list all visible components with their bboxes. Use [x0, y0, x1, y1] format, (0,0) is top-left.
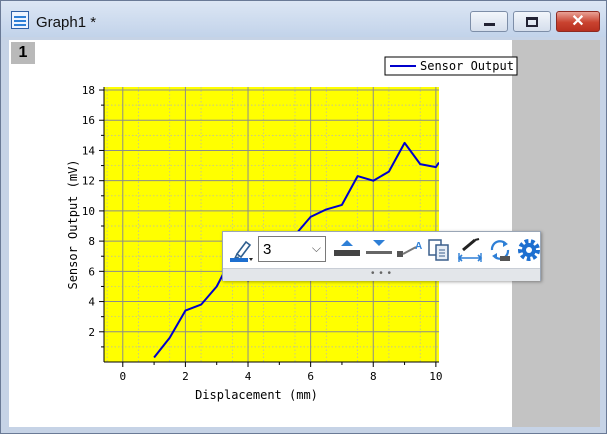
x-tick-label: 2: [182, 370, 189, 383]
y-tick-label: 2: [88, 326, 95, 339]
swap-icon[interactable]: [487, 238, 515, 262]
line-color-icon[interactable]: [229, 238, 255, 262]
x-tick-label: 0: [119, 370, 126, 383]
close-icon: ✕: [571, 12, 585, 30]
y-tick-label: 6: [88, 265, 95, 278]
graph-page[interactable]: 1 0 2 4 6 8 10 2 4 6 8 10 12 14 16 18 Displacement (mm)…: [9, 40, 600, 427]
y-tick-label: 12: [82, 175, 95, 188]
x-tick-label: 8: [370, 370, 377, 383]
graph-window-icon[interactable]: [11, 11, 29, 29]
maximize-icon: [526, 17, 538, 27]
decrease-width-icon[interactable]: [365, 238, 393, 262]
copy-format-icon[interactable]: [427, 238, 453, 262]
mini-toolbar: 3 ⌵ A • • •: [222, 231, 541, 281]
x-axis-title: Displacement (mm): [195, 388, 318, 402]
chevron-down-icon: ⌵: [311, 241, 321, 255]
legend-label-sensor-output: Sensor Output: [420, 59, 514, 73]
increase-width-icon[interactable]: [333, 238, 361, 262]
y-tick-label: 4: [88, 296, 95, 309]
y-tick-label: 8: [88, 235, 95, 248]
y-axis-title: Sensor Output (mV): [66, 159, 80, 289]
graph-window: Graph1 * ✕ 1 0 2 4 6 8 10 2 4 6 8 10 12 14 16 18 Displa…: [0, 0, 607, 434]
line-width-combo[interactable]: 3 ⌵: [258, 236, 326, 262]
close-button[interactable]: ✕: [556, 11, 600, 32]
connect-line-icon[interactable]: A: [396, 238, 424, 262]
x-tick-label: 6: [307, 370, 314, 383]
y-tick-label: 14: [82, 144, 96, 157]
y-tick-label: 18: [82, 84, 95, 97]
minimize-button[interactable]: [470, 11, 508, 32]
toolbar-grip[interactable]: • • •: [223, 268, 540, 281]
svg-text:A: A: [415, 241, 422, 252]
title-bar[interactable]: Graph1 * ✕: [1, 1, 606, 37]
y-tick-label: 10: [82, 205, 95, 218]
maximize-button[interactable]: [513, 11, 551, 32]
window-title: Graph1 *: [36, 14, 97, 31]
minimize-icon: [484, 23, 495, 26]
line-width-value: 3: [263, 241, 272, 258]
settings-gear-icon[interactable]: [517, 238, 541, 262]
x-tick-label: 10: [429, 370, 442, 383]
y-tick-label: 16: [82, 114, 95, 127]
distance-icon[interactable]: [457, 238, 485, 262]
x-tick-label: 4: [245, 370, 252, 383]
